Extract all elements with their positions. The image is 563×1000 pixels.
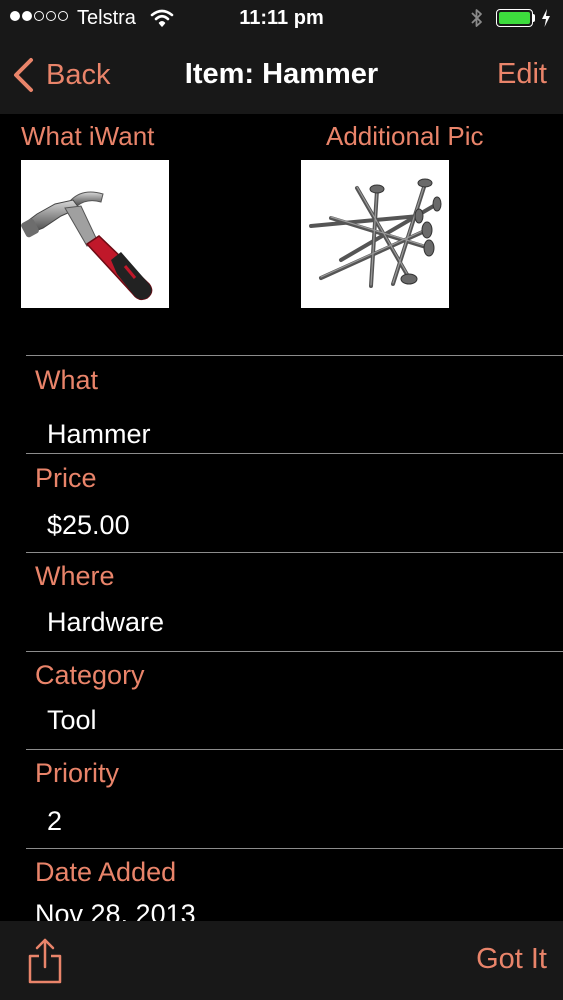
- battery-icon: [496, 9, 533, 27]
- field-value-where: Hardware: [47, 607, 165, 637]
- navigation-bar: Back Item: Hammer Edit: [0, 36, 563, 114]
- divider: [26, 453, 563, 454]
- battery-fill: [499, 12, 530, 24]
- bottom-toolbar: Got It: [0, 921, 563, 1000]
- additional-picture-label: Additional Pic: [326, 121, 484, 151]
- field-value-what: Hammer: [47, 419, 151, 449]
- field-label-where: Where: [35, 561, 115, 591]
- field-label-price: Price: [35, 463, 97, 493]
- main-picture-label: What iWant: [21, 121, 155, 151]
- divider: [26, 651, 563, 652]
- status-bar: Telstra 11:11 pm: [0, 0, 563, 36]
- bluetooth-icon: [471, 9, 482, 27]
- divider: [26, 749, 563, 750]
- field-label-priority: Priority: [35, 758, 120, 788]
- field-label-what: What: [35, 365, 99, 395]
- hammer-photo[interactable]: [21, 160, 169, 308]
- share-icon: [28, 938, 62, 984]
- field-value-priority: 2: [47, 806, 63, 836]
- edit-button[interactable]: Edit: [497, 58, 547, 91]
- share-button[interactable]: [27, 937, 63, 990]
- divider: [26, 848, 563, 849]
- battery-tip: [533, 14, 535, 22]
- nails-image: [309, 178, 442, 288]
- field-value-category: Tool: [47, 705, 97, 735]
- field-label-category: Category: [35, 660, 145, 690]
- item-detail-content[interactable]: What iWant Additional Pic What Hammer Pr…: [0, 114, 563, 921]
- got-it-button[interactable]: Got It: [476, 943, 547, 976]
- field-value-price: $25.00: [47, 510, 130, 540]
- divider: [26, 552, 563, 553]
- charging-bolt-icon: [542, 9, 550, 27]
- hammer-image: [21, 191, 153, 301]
- nails-photo[interactable]: [301, 160, 449, 308]
- field-label-date-added: Date Added: [35, 857, 177, 887]
- divider: [26, 355, 563, 356]
- field-value-date-added: Nov 28, 2013: [35, 899, 196, 921]
- page-title: Item: Hammer: [184, 58, 379, 90]
